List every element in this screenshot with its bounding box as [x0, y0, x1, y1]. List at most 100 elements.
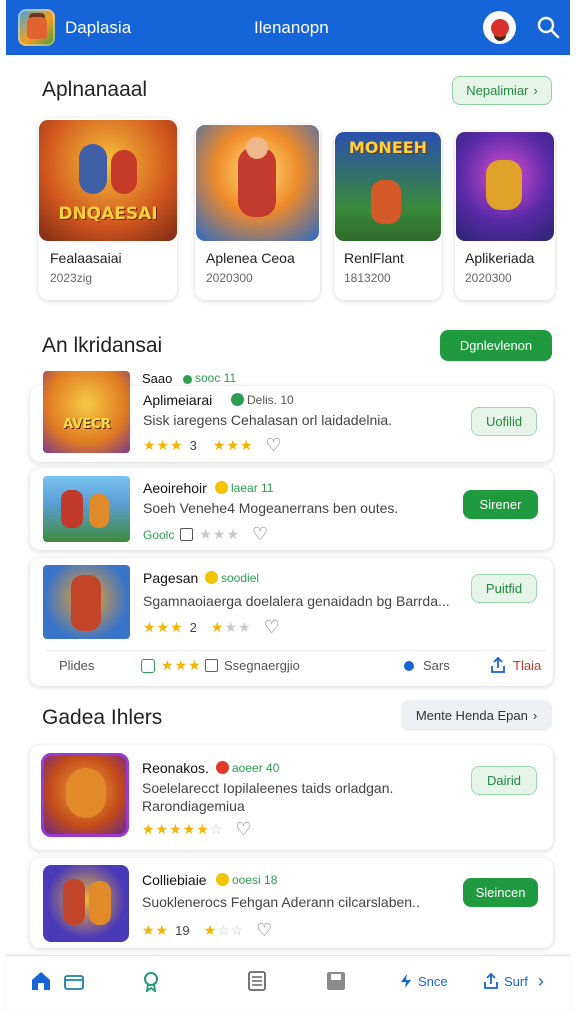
- info-icon: [404, 660, 414, 671]
- star-rating-icon: ☆: [209, 821, 224, 837]
- list-item-tag-text: laear 11: [231, 481, 274, 495]
- star-rating-icon: ★★★: [161, 657, 202, 673]
- share-icon: [484, 972, 498, 989]
- featured-see-all-label: Nepalimiar: [466, 83, 529, 98]
- list-footer-label-text: Plides: [59, 658, 95, 673]
- featured-game-subtitle: 2020300: [206, 271, 253, 285]
- search-icon[interactable]: [536, 15, 560, 39]
- list-item-rating: ★★★ 2 ★★★ ♡: [143, 617, 280, 638]
- list-footer-rating[interactable]: ★★★: [141, 657, 202, 674]
- games-see-all-button[interactable]: Mente Henda Epan ›: [401, 700, 552, 731]
- game-item-action-button[interactable]: Sleincen: [463, 878, 538, 907]
- featured-see-all-button[interactable]: Nepalimiar ›: [452, 76, 552, 105]
- featured-game-banner-image: DNQAESAI: [39, 120, 177, 241]
- list-footer-count[interactable]: Sars: [401, 658, 450, 673]
- list-item-tag-text: soodiel: [221, 571, 260, 585]
- app-name: Daplasia: [65, 17, 132, 37]
- heart-icon[interactable]: ♡: [256, 920, 272, 941]
- game-item-tag-text: ooesi 18: [232, 873, 278, 887]
- featured-game-banner-image: [196, 125, 319, 241]
- store-icon: [64, 975, 84, 990]
- featured-game-subtitle: 2020300: [465, 271, 512, 285]
- featured-game-banner-image: MONEEH: [335, 132, 441, 241]
- games-section-title: Gadea Ihlers: [42, 706, 163, 729]
- rewards-icon: [144, 972, 158, 992]
- game-item-name: Colliebiaie: [142, 872, 207, 888]
- game-item-description-extra: Rarondiagemiua: [142, 798, 245, 814]
- list-item-rating: ★★★ 3 ★★★ ♡: [143, 435, 282, 456]
- nav-rewards-button[interactable]: [136, 966, 166, 996]
- list-header-name: Saao: [142, 371, 173, 386]
- list-item-action-button[interactable]: Sirener: [463, 490, 538, 519]
- list-footer-info[interactable]: Ssegnaergjio: [205, 658, 300, 673]
- featured-game-subtitle: 2023zig: [50, 271, 93, 285]
- game-item-rating: ★★★★★☆ ♡: [142, 819, 251, 840]
- featured-section-title: Aplnanaaal: [42, 78, 148, 101]
- divider: [46, 650, 546, 651]
- list-item-description: Soeh Venehe4 Mogeanerrans ben outes.: [143, 500, 399, 516]
- star-rating-icon: ★★★: [143, 437, 184, 453]
- star-rating-icon: ★★★: [212, 437, 254, 453]
- rating-value: Goolc: [143, 527, 175, 542]
- top-app-bar: Daplasia Ilenanopn: [6, 0, 570, 55]
- game-item-tag-text: aoeer 40: [232, 761, 280, 775]
- list-item-name: Aeoirehoir: [143, 480, 207, 496]
- featured-card[interactable]: Aplikeriada 2020300: [455, 131, 555, 300]
- nav-settings-button[interactable]: Snce: [398, 966, 458, 996]
- nav-label-1: Snce: [418, 973, 448, 989]
- list-header-tag: sooc 11: [180, 371, 236, 385]
- game-item-tag: aoeer 40: [213, 761, 279, 775]
- bolt-icon: [401, 974, 411, 988]
- list-item-action-button[interactable]: Puitfid: [471, 574, 537, 603]
- heart-icon[interactable]: ♡: [264, 617, 280, 638]
- list-section-action-button[interactable]: Dgnlevlenon: [440, 330, 552, 361]
- share-button[interactable]: Tlaia: [489, 656, 541, 674]
- list-item-description: Sisk iaregens Cehalasan orl laidadelnia.: [143, 412, 393, 428]
- featured-card[interactable]: Aplenea Ceoa 2020300: [195, 124, 320, 300]
- featured-game-name: RenlFlant: [344, 250, 404, 266]
- game-thumbnail-image: AVECR: [43, 371, 130, 453]
- list-footer-label: Plides: [59, 658, 94, 673]
- list-item-action-button[interactable]: Uofilid: [471, 407, 537, 436]
- heart-icon[interactable]: ♡: [266, 435, 282, 456]
- check-icon: [141, 658, 155, 673]
- featured-card[interactable]: MONEEH RenlFlant 1813200: [334, 131, 442, 300]
- list-item-tag: soodiel: [202, 571, 259, 585]
- list-section-action-label: Dgnlevlenon: [459, 338, 533, 353]
- list-section-title: An lkridansai: [42, 334, 163, 357]
- nav-store-button[interactable]: [59, 966, 89, 996]
- nav-more-button[interactable]: Surf ›: [482, 966, 554, 996]
- star-rating-icon: ★: [210, 619, 225, 635]
- app-logo-icon[interactable]: [18, 9, 55, 46]
- list-item-rating: Goolc ★★★ ♡: [143, 524, 268, 545]
- list-header-tag-text: sooc 11: [195, 371, 237, 385]
- star-rating-icon: ★★: [142, 922, 170, 938]
- featured-game-banner-image: [456, 132, 554, 241]
- game-item-tag: ooesi 18: [213, 873, 277, 887]
- game-item-description: Suoklenerocs Fehgan Aderann cilcarslaben…: [142, 894, 420, 910]
- game-thumbnail-image: [43, 476, 130, 542]
- heart-icon[interactable]: ♡: [252, 524, 268, 545]
- rating-value: 3: [189, 438, 197, 453]
- featured-game-name: Aplenea Ceoa: [206, 250, 295, 266]
- nav-home-button[interactable]: [26, 966, 56, 996]
- featured-banner-text: DNQAESAI: [58, 204, 158, 224]
- nav-label-2: Surf: [504, 973, 528, 989]
- featured-card[interactable]: DNQAESAI Fealaasaiai 2023zig: [38, 118, 177, 300]
- heart-icon[interactable]: ♡: [235, 819, 251, 840]
- game-item-name: Reonakos.: [142, 760, 209, 776]
- nav-downloads-button[interactable]: [321, 966, 351, 996]
- star-rating-icon: ★★★: [143, 619, 184, 635]
- profile-avatar-icon[interactable]: [483, 11, 516, 44]
- list-item-tag: laear 11: [212, 481, 273, 495]
- save-icon: [327, 972, 345, 990]
- chevron-right-icon: ›: [533, 83, 538, 98]
- list-footer-count-text: Sars: [423, 658, 450, 673]
- game-item-action-button[interactable]: Dairid: [471, 766, 537, 795]
- list-item-tag-text: Delis. 10: [247, 393, 294, 407]
- star-rating-icon: ☆☆: [217, 922, 245, 938]
- nav-library-button[interactable]: [242, 966, 272, 996]
- home-icon: [32, 972, 50, 990]
- star-rating-icon: ★: [203, 922, 218, 938]
- document-icon: [205, 659, 218, 672]
